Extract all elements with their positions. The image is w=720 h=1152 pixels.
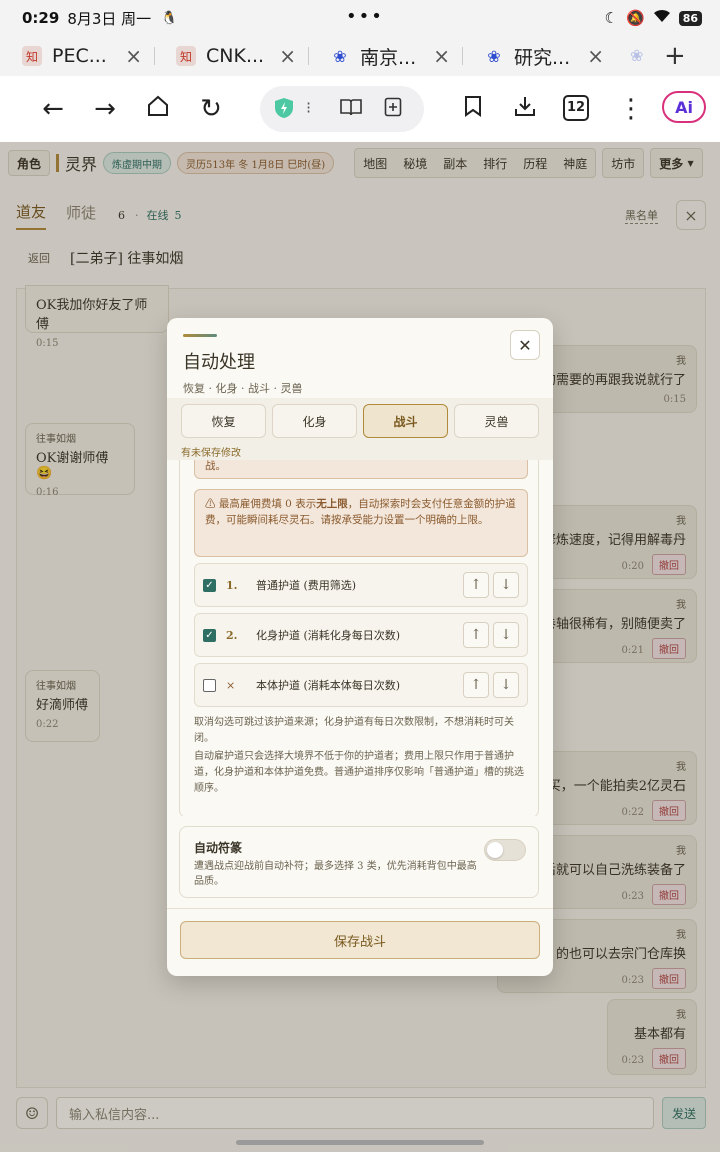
add-bookmark-icon[interactable] [384, 97, 402, 121]
modal-divider [167, 908, 553, 909]
home-indicator[interactable] [236, 1140, 484, 1145]
browser-tab-4[interactable]: ❀ 研究... × [462, 36, 616, 76]
baidu-paw-icon[interactable]: ❀ [630, 46, 650, 66]
modal-subtitle: 恢复 · 化身 · 战斗 · 灵兽 [183, 382, 303, 395]
url-pill[interactable]: ⁝ [260, 86, 424, 132]
auto-process-modal: 自动处理 恢复 · 化身 · 战斗 · 灵兽 ✕ 恢复 化身 战斗 灵兽 有未保… [167, 318, 553, 976]
close-modal-button[interactable]: ✕ [510, 330, 540, 360]
reader-icon[interactable] [340, 98, 362, 120]
browser-tab-2[interactable]: 知 CNK... × [154, 36, 308, 76]
baidu-paw-icon: ❀ [487, 46, 501, 66]
tab-recover[interactable]: 恢复 [181, 404, 266, 438]
move-down-icon[interactable]: ↓ [493, 572, 519, 598]
status-bar: 0:29 8月3日 周一 🐧 ••• ☾ 🔕 86 [0, 0, 720, 36]
tab-count-button[interactable]: 12 [563, 95, 589, 121]
browser-tab-1[interactable]: 知 PEC... × [0, 36, 154, 76]
close-tab-icon[interactable]: × [433, 44, 450, 68]
browser-toolbar: ← → ↻ ⁝ 12 ⋮ Ai [0, 76, 720, 142]
new-tab-button[interactable]: + [664, 41, 686, 71]
protector-note-2: 自动雇护道只会选择大境界不低于你的护道者；费用上限只作用于普通护道，化身护道和本… [194, 751, 524, 794]
protector-name: 本体护道 (消耗本体每日次数) [256, 679, 401, 692]
close-tab-icon[interactable]: × [587, 44, 604, 68]
auto-talisman-toggle[interactable] [484, 839, 526, 861]
auto-talisman-desc: 遭遇战点迎战前自动补符；最多选择 3 类，优先消耗背包中最高品质。 [194, 861, 477, 887]
shield-icon [274, 97, 294, 123]
protector-row-avatar: ✓ 2. 化身护道 (消耗化身每日次数) ↑ ↓ [194, 613, 528, 657]
toggle-knob [487, 842, 503, 858]
modal-tabs: 恢复 化身 战斗 灵兽 有未保存修改 [167, 398, 553, 460]
favicon-icon: 知 [22, 46, 42, 66]
battery-level: 86 [678, 10, 702, 26]
modal-title: 自动处理 [183, 352, 255, 373]
checkbox-avatar[interactable]: ✓ [203, 628, 216, 642]
warning-box-top: 战。 [194, 460, 528, 479]
menu-icon[interactable]: ⋮ [616, 94, 646, 124]
wifi-icon [653, 9, 671, 27]
move-up-icon[interactable]: ↑ [463, 622, 489, 648]
refresh-icon[interactable]: ↻ [196, 94, 226, 124]
auto-talisman-card: 自动符篆 遭遇战点迎战前自动补符；最多选择 3 类，优先消耗背包中最高品质。 [179, 826, 539, 898]
protector-name: 化身护道 (消耗化身每日次数) [256, 629, 401, 642]
status-dots: ••• [346, 6, 384, 27]
title-accent [183, 334, 217, 337]
tab-combat[interactable]: 战斗 [363, 404, 448, 438]
back-arrow-icon[interactable]: ← [38, 94, 68, 124]
save-combat-button[interactable]: 保存战斗 [180, 921, 540, 959]
warning-top-text: 战。 [205, 460, 226, 472]
protector-name: 普通护道 (费用筛选) [256, 579, 357, 592]
disabled-icon: × [226, 678, 236, 692]
status-time: 0:29 [22, 9, 60, 27]
status-date: 8月3日 周一 [67, 9, 152, 28]
move-down-icon[interactable]: ↓ [493, 622, 519, 648]
qq-icon: 🐧 [161, 10, 178, 26]
favicon-icon: 知 [176, 46, 196, 66]
browser-tab-title: 南京... [360, 46, 417, 69]
protector-order: 1. [226, 578, 238, 592]
close-tab-icon[interactable]: × [279, 44, 296, 68]
combat-settings-scroll[interactable]: 战。 ⚠ 最高雇佣费填 0 表示无上限，自动探索时会支付任意金额的护道费，可能瞬… [179, 460, 541, 816]
checkbox-body[interactable] [203, 678, 216, 692]
tab-pet[interactable]: 灵兽 [454, 404, 539, 438]
status-right: ☾ 🔕 86 [605, 9, 702, 27]
forward-arrow-icon[interactable]: → [90, 94, 120, 124]
protector-row-normal: ✓ 1. 普通护道 (费用筛选) ↑ ↓ [194, 563, 528, 607]
mute-icon: 🔕 [626, 9, 645, 27]
warning-box-unlimited: ⚠ 最高雇佣费填 0 表示无上限，自动探索时会支付任意金额的护道费，可能瞬间耗尽… [194, 489, 528, 557]
protector-order: 2. [226, 628, 238, 642]
warning-text-a: ⚠ 最高雇佣费填 0 表示 [205, 498, 317, 510]
checkbox-normal[interactable]: ✓ [203, 578, 216, 592]
browser-tab-title: CNK... [206, 45, 265, 67]
more-vert-icon: ⁝ [306, 98, 312, 117]
browser-tab-bar: 知 PEC... × 知 CNK... × ❀ 南京... × ❀ 研究... … [0, 36, 720, 76]
home-icon[interactable] [143, 94, 173, 125]
protector-row-body: × 本体护道 (消耗本体每日次数) ↑ ↓ [194, 663, 528, 707]
close-tab-icon[interactable]: × [125, 44, 142, 68]
browser-tab-title: 研究... [514, 46, 571, 69]
tab-avatar[interactable]: 化身 [272, 404, 357, 438]
ai-button[interactable]: Ai [662, 91, 706, 123]
download-icon[interactable] [510, 94, 540, 124]
browser-tab-3[interactable]: ❀ 南京... × [308, 36, 462, 76]
move-down-icon[interactable]: ↓ [493, 672, 519, 698]
baidu-paw-icon: ❀ [333, 46, 347, 66]
move-up-icon[interactable]: ↑ [463, 572, 489, 598]
browser-tab-title: PEC... [52, 45, 107, 67]
protector-note-1: 取消勾选可跳过该护道来源；化身护道有每日次数限制，不想消耗时可关闭。 [194, 717, 514, 744]
protector-card: 战。 ⚠ 最高雇佣费填 0 表示无上限，自动探索时会支付任意金额的护道费，可能瞬… [179, 460, 539, 816]
auto-talisman-title: 自动符篆 [194, 841, 243, 855]
bookmark-icon[interactable] [458, 94, 488, 124]
moon-icon: ☾ [604, 9, 618, 27]
warning-text-bold: 无上限 [316, 498, 348, 510]
unsaved-notice: 有未保存修改 [181, 448, 241, 459]
move-up-icon[interactable]: ↑ [463, 672, 489, 698]
